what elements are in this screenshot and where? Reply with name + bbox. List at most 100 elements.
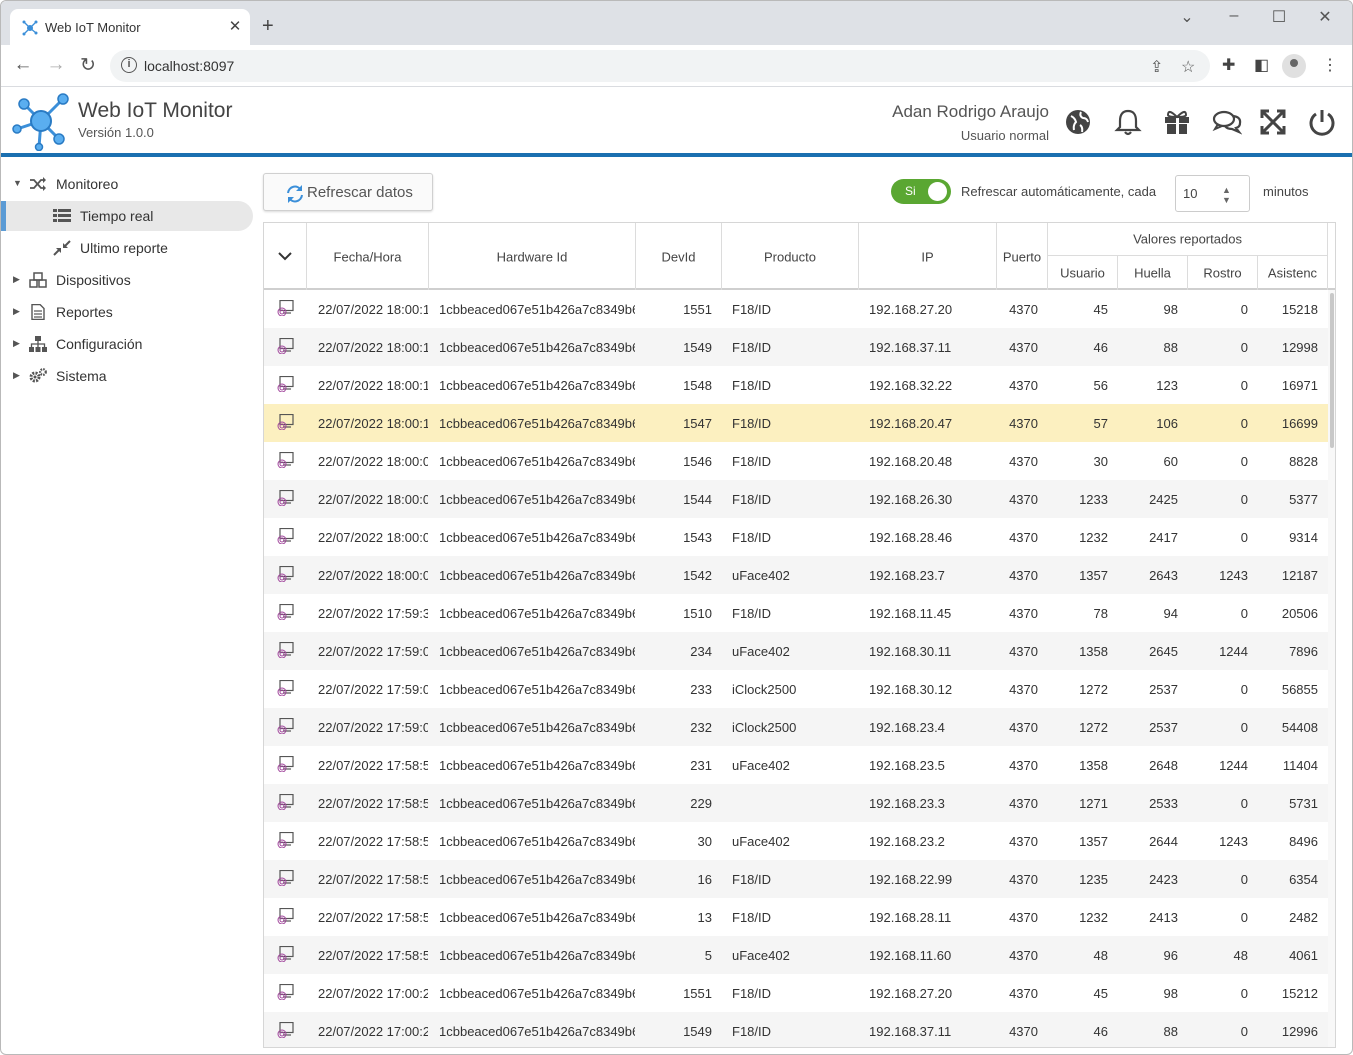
interval-value[interactable]: 10 <box>1183 186 1197 201</box>
auto-refresh-toggle[interactable]: Si <box>891 179 951 204</box>
col-producto[interactable]: Producto <box>722 223 859 290</box>
col-ip[interactable]: IP <box>859 223 997 290</box>
collapsed-arrow-icon[interactable]: ▶ <box>13 338 20 349</box>
col-puerto[interactable]: Puerto <box>997 223 1048 290</box>
bookmark-star-icon[interactable]: ☆ <box>1181 57 1195 77</box>
fullscreen-icon[interactable] <box>1258 107 1288 137</box>
table-row[interactable]: 22/07/2022 17:00:2 1cbbeaced067e51b426a7c… <box>264 974 1328 1012</box>
sidebar-item-sistema[interactable]: ▶ Sistema <box>1 361 253 391</box>
cell-huella: 88 <box>1163 340 1178 355</box>
tab-close-icon[interactable]: ✕ <box>226 17 244 35</box>
window-close-icon[interactable]: ✕ <box>1310 7 1340 27</box>
sidebar-item-tiempo-real[interactable]: Tiempo real <box>1 201 253 231</box>
browser-menu-icon[interactable]: ⋮ <box>1322 55 1338 75</box>
table-row[interactable]: 22/07/2022 17:58:5 1cbbeaced067e51b426a7c… <box>264 746 1328 784</box>
collapsed-arrow-icon[interactable]: ▶ <box>13 274 20 285</box>
new-tab-button[interactable]: + <box>262 15 274 38</box>
chat-icon[interactable] <box>1212 107 1242 137</box>
gift-icon[interactable] <box>1162 107 1192 137</box>
bell-icon[interactable] <box>1113 107 1143 137</box>
fingerprint-device-icon[interactable] <box>277 414 295 430</box>
table-row[interactable]: 22/07/2022 18:00:0 1cbbeaced067e51b426a7c… <box>264 480 1328 518</box>
share-icon[interactable]: ⇪ <box>1150 57 1163 77</box>
fingerprint-device-icon[interactable] <box>277 376 295 392</box>
table-row[interactable]: 22/07/2022 17:59:0 1cbbeaced067e51b426a7c… <box>264 708 1328 746</box>
fingerprint-device-icon[interactable] <box>277 300 295 316</box>
browser-tab[interactable]: Web IoT Monitor ✕ <box>10 9 250 45</box>
cell-asist: 15218 <box>1281 302 1318 317</box>
sidebar-item-configuracion[interactable]: ▶ Configuración <box>1 329 253 359</box>
table-row[interactable]: 22/07/2022 17:58:5 1cbbeaced067e51b426a7c… <box>264 822 1328 860</box>
table-row[interactable]: 22/07/2022 18:00:0 1cbbeaced067e51b426a7c… <box>264 442 1328 480</box>
tab-search-icon[interactable]: ⌄ <box>1172 7 1202 27</box>
fingerprint-device-icon[interactable] <box>277 338 295 354</box>
reload-icon[interactable]: ↻ <box>76 54 100 77</box>
power-icon[interactable] <box>1307 107 1337 137</box>
table-row[interactable]: 22/07/2022 17:59:0 1cbbeaced067e51b426a7c… <box>264 670 1328 708</box>
fingerprint-device-icon[interactable] <box>277 1022 295 1038</box>
col-huella[interactable]: Huella <box>1118 256 1188 290</box>
fingerprint-device-icon[interactable] <box>277 908 295 924</box>
fingerprint-device-icon[interactable] <box>277 870 295 886</box>
fingerprint-device-icon[interactable] <box>277 984 295 1000</box>
col-usuario[interactable]: Usuario <box>1048 256 1118 290</box>
fingerprint-device-icon[interactable] <box>277 756 295 772</box>
fingerprint-device-icon[interactable] <box>277 832 295 848</box>
address-bar[interactable]: i localhost:8097 ⇪ ☆ <box>110 50 1210 82</box>
fingerprint-device-icon[interactable] <box>277 794 295 810</box>
minimize-icon[interactable]: – <box>1219 7 1249 25</box>
expand-all-header[interactable] <box>264 223 307 290</box>
url-text[interactable]: localhost:8097 <box>144 58 234 74</box>
fingerprint-device-icon[interactable] <box>277 528 295 544</box>
profile-avatar[interactable] <box>1282 54 1306 78</box>
table-row[interactable]: 22/07/2022 17:58:5 1cbbeaced067e51b426a7c… <box>264 860 1328 898</box>
fingerprint-device-icon[interactable] <box>277 642 295 658</box>
side-panel-icon[interactable]: ◧ <box>1254 55 1269 75</box>
col-devid[interactable]: DevId <box>636 223 722 290</box>
cell-asist: 5377 <box>1289 492 1318 507</box>
sidebar-item-monitoreo[interactable]: ▼ Monitoreo <box>1 169 253 199</box>
refresh-interval-stepper[interactable]: 10 ▲ ▼ <box>1175 175 1250 212</box>
user-name[interactable]: Adan Rodrigo Araujo <box>892 102 1049 122</box>
back-icon[interactable]: ← <box>11 54 35 76</box>
site-info-icon[interactable]: i <box>121 57 137 73</box>
refresh-data-button[interactable]: Refrescar datos <box>263 173 433 211</box>
fingerprint-device-icon[interactable] <box>277 680 295 696</box>
table-row[interactable]: 22/07/2022 17:58:5 1cbbeaced067e51b426a7c… <box>264 784 1328 822</box>
scrollbar-thumb[interactable] <box>1330 293 1334 448</box>
extensions-icon[interactable]: ✚ <box>1222 55 1235 75</box>
table-row[interactable]: 22/07/2022 18:00:1 1cbbeaced067e51b426a7c… <box>264 290 1328 328</box>
sidebar-item-dispositivos[interactable]: ▶ Dispositivos <box>1 265 253 295</box>
table-row[interactable]: 22/07/2022 18:00:1 1cbbeaced067e51b426a7c… <box>264 328 1328 366</box>
table-row[interactable]: 22/07/2022 18:00:1 1cbbeaced067e51b426a7c… <box>264 404 1328 442</box>
table-row[interactable]: 22/07/2022 17:59:0 1cbbeaced067e51b426a7c… <box>264 632 1328 670</box>
sidebar-item-ultimo-reporte[interactable]: Ultimo reporte <box>1 233 253 263</box>
globe-icon[interactable] <box>1063 107 1093 137</box>
cell-puerto: 4370 <box>1009 948 1038 963</box>
spinner-arrows-icon[interactable]: ▲ ▼ <box>1222 185 1231 205</box>
col-asistencia[interactable]: Asistenc <box>1258 256 1328 290</box>
collapsed-arrow-icon[interactable]: ▶ <box>13 370 20 381</box>
table-row[interactable]: 22/07/2022 17:58:5 1cbbeaced067e51b426a7c… <box>264 936 1328 974</box>
table-row[interactable]: 22/07/2022 18:00:0 1cbbeaced067e51b426a7c… <box>264 556 1328 594</box>
maximize-icon[interactable]: ☐ <box>1264 7 1294 27</box>
table-row[interactable]: 22/07/2022 17:59:3 1cbbeaced067e51b426a7c… <box>264 594 1328 632</box>
collapsed-arrow-icon[interactable]: ▶ <box>13 306 20 317</box>
fingerprint-device-icon[interactable] <box>277 452 295 468</box>
table-row[interactable]: 22/07/2022 17:00:2 1cbbeaced067e51b426a7c… <box>264 1012 1328 1047</box>
fingerprint-device-icon[interactable] <box>277 946 295 962</box>
table-row[interactable]: 22/07/2022 17:58:5 1cbbeaced067e51b426a7c… <box>264 898 1328 936</box>
forward-icon[interactable]: → <box>44 54 68 76</box>
sidebar-item-reportes[interactable]: ▶ Reportes <box>1 297 253 327</box>
fingerprint-device-icon[interactable] <box>277 604 295 620</box>
chevron-down-icon[interactable] <box>278 251 292 261</box>
fingerprint-device-icon[interactable] <box>277 566 295 582</box>
col-hardware[interactable]: Hardware Id <box>429 223 636 290</box>
col-rostro[interactable]: Rostro <box>1188 256 1258 290</box>
fingerprint-device-icon[interactable] <box>277 490 295 506</box>
fingerprint-device-icon[interactable] <box>277 718 295 734</box>
table-row[interactable]: 22/07/2022 18:00:1 1cbbeaced067e51b426a7c… <box>264 366 1328 404</box>
table-row[interactable]: 22/07/2022 18:00:0 1cbbeaced067e51b426a7c… <box>264 518 1328 556</box>
expanded-arrow-icon[interactable]: ▼ <box>13 178 22 188</box>
col-fecha[interactable]: Fecha/Hora <box>307 223 429 290</box>
